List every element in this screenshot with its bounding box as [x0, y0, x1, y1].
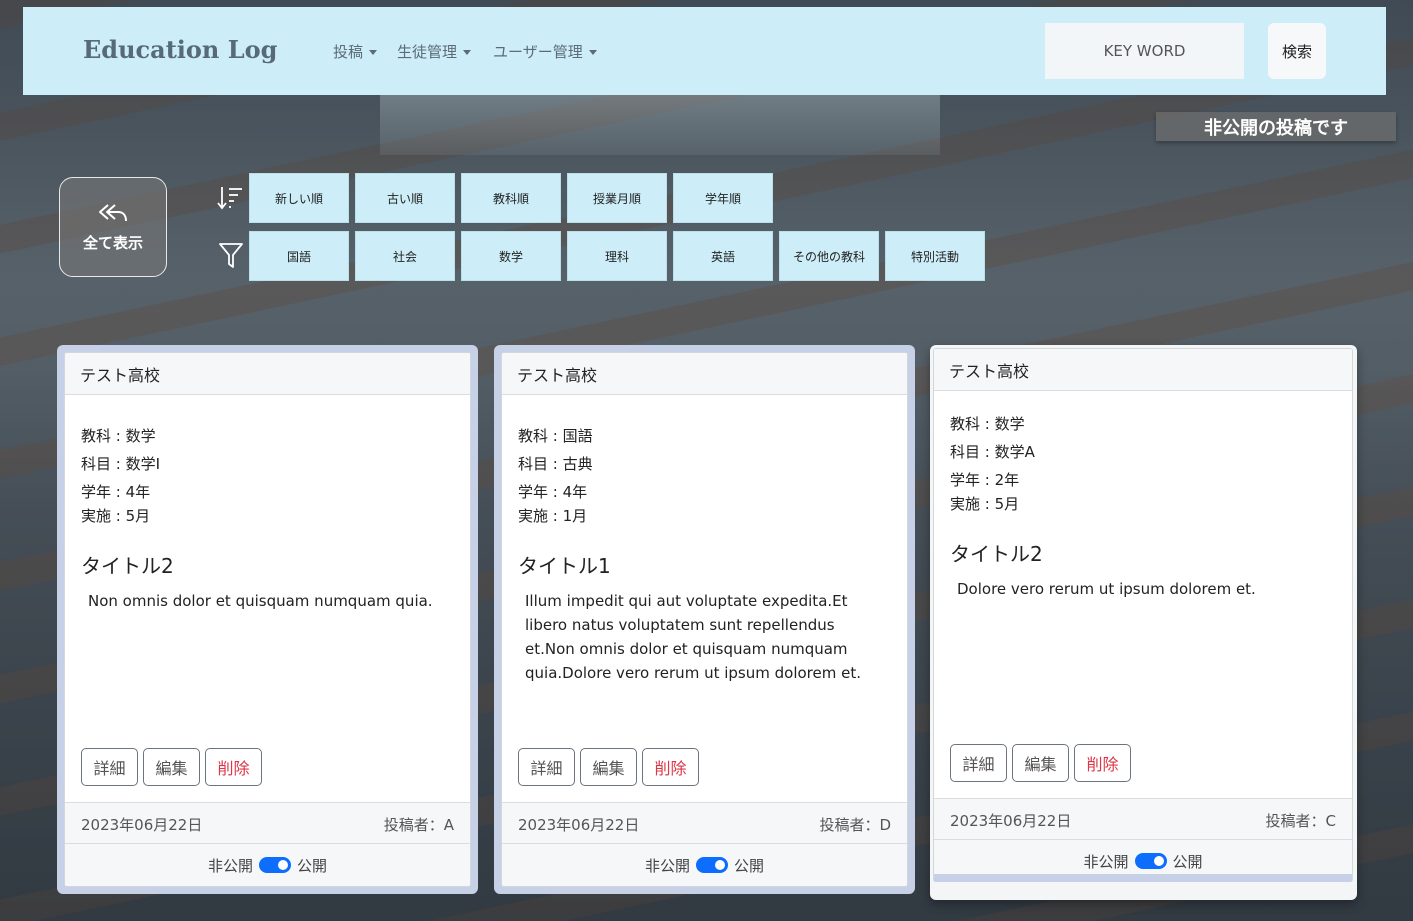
background-window [380, 95, 940, 155]
post-card: テスト高校 教科 : 数学 科目 : 数学A 学年 : 2年 実施 : 5月 タ… [930, 345, 1357, 900]
public-label: 公開 [734, 856, 765, 875]
navbar: Education Log 投稿 生徒管理 ユーザー管理 KEY WORD 検索 [23, 7, 1386, 95]
private-notice: 非公開の投稿です [1156, 112, 1396, 141]
card-footer: 2023年06月22日 投稿者：C [934, 798, 1352, 840]
caret-down-icon [588, 50, 597, 55]
card-author: 投稿者：C [1265, 812, 1336, 830]
card-title: タイトル2 [81, 554, 174, 578]
card-body: Non omnis dolor et quisquam numquam quia… [88, 592, 433, 610]
sort-oldest[interactable]: 古い順 [355, 173, 455, 223]
card-date: 2023年06月22日 [518, 816, 640, 834]
card-school: テスト高校 [502, 353, 907, 395]
sort-newest[interactable]: 新しい順 [249, 173, 349, 223]
filter-science[interactable]: 理科 [567, 231, 667, 281]
card-grade: 学年 : 4年 [81, 483, 151, 501]
card-school: テスト高校 [65, 353, 470, 395]
card-grade: 学年 : 4年 [518, 483, 588, 501]
show-all-button[interactable]: 全て表示 [59, 177, 167, 277]
delete-button[interactable]: 削除 [205, 748, 262, 786]
visibility-toggle-row: 非公開 公開 [65, 844, 470, 886]
sort-grade[interactable]: 学年順 [673, 173, 773, 223]
filter-japanese[interactable]: 国語 [249, 231, 349, 281]
card-course: 科目 : 数学A [950, 443, 1035, 461]
card-footer: 2023年06月22日 投稿者：A [65, 802, 470, 844]
public-label: 公開 [297, 856, 328, 875]
filter-icon [219, 243, 243, 268]
filter-other[interactable]: その他の教科 [779, 231, 879, 281]
private-label: 非公開 [207, 856, 253, 875]
card-date: 2023年06月22日 [950, 812, 1072, 830]
edit-button[interactable]: 編集 [143, 748, 200, 786]
detail-button[interactable]: 詳細 [950, 744, 1007, 782]
visibility-switch[interactable] [259, 857, 291, 873]
detail-button[interactable]: 詳細 [81, 748, 138, 786]
filter-english[interactable]: 英語 [673, 231, 773, 281]
card-body: Illum impedit qui aut voluptate expedita… [525, 592, 861, 682]
nav-menu-posts[interactable]: 投稿 [333, 41, 378, 62]
show-all-label: 全て表示 [82, 233, 143, 252]
filter-special[interactable]: 特別活動 [885, 231, 985, 281]
edit-button[interactable]: 編集 [1012, 744, 1069, 782]
card-month: 実施 : 1月 [518, 507, 588, 525]
card-subject: 教科 : 数学 [950, 415, 1025, 433]
sort-subject[interactable]: 教科順 [461, 173, 561, 223]
delete-button[interactable]: 削除 [642, 748, 699, 786]
card-course: 科目 : 数学I [81, 455, 161, 473]
brand-logo[interactable]: Education Log [83, 35, 277, 64]
card-subject: 教科 : 数学 [81, 427, 156, 445]
card-month: 実施 : 5月 [950, 495, 1020, 513]
filter-social[interactable]: 社会 [355, 231, 455, 281]
card-author: 投稿者：D [819, 816, 891, 834]
visibility-switch[interactable] [696, 857, 728, 873]
detail-button[interactable]: 詳細 [518, 748, 575, 786]
card-body: Dolore vero rerum ut ipsum dolorem et. [957, 580, 1256, 598]
card-title: タイトル1 [518, 554, 611, 578]
filter-math[interactable]: 数学 [461, 231, 561, 281]
caret-down-icon [463, 50, 472, 55]
sort-lesson-month[interactable]: 授業月順 [567, 173, 667, 223]
private-label: 非公開 [1083, 852, 1129, 871]
card-course: 科目 : 古典 [518, 455, 593, 473]
reply-all-icon [99, 203, 127, 221]
sort-icon [217, 187, 242, 210]
nav-menu-users[interactable]: ユーザー管理 [493, 41, 597, 62]
search-input[interactable]: KEY WORD [1045, 23, 1244, 79]
card-school: テスト高校 [934, 349, 1352, 391]
delete-button[interactable]: 削除 [1074, 744, 1131, 782]
card-grade: 学年 : 2年 [950, 471, 1020, 489]
card-title: タイトル2 [950, 542, 1043, 566]
visibility-toggle-row: 非公開 公開 [934, 840, 1352, 874]
post-card: テスト高校 教科 : 数学 科目 : 数学I 学年 : 4年 実施 : 5月 タ… [57, 345, 478, 894]
nav-menu-students[interactable]: 生徒管理 [397, 41, 472, 62]
card-month: 実施 : 5月 [81, 507, 151, 525]
card-date: 2023年06月22日 [81, 816, 203, 834]
private-label: 非公開 [644, 856, 690, 875]
post-card: テスト高校 教科 : 国語 科目 : 古典 学年 : 4年 実施 : 1月 タイ… [494, 345, 915, 894]
visibility-switch[interactable] [1134, 853, 1167, 869]
card-author: 投稿者：A [383, 816, 454, 834]
search-button[interactable]: 検索 [1268, 23, 1326, 79]
public-label: 公開 [1172, 852, 1203, 871]
card-footer: 2023年06月22日 投稿者：D [502, 802, 907, 844]
visibility-toggle-row: 非公開 公開 [502, 844, 907, 886]
caret-down-icon [369, 50, 378, 55]
edit-button[interactable]: 編集 [580, 748, 637, 786]
card-subject: 教科 : 国語 [518, 427, 593, 445]
